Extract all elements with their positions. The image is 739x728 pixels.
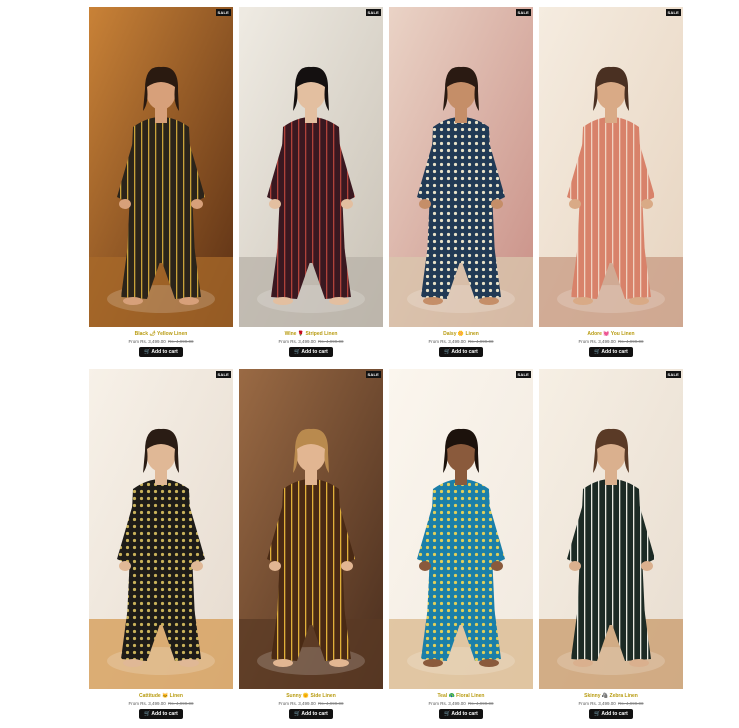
add-to-cart-label: Add to cart (451, 711, 478, 717)
sale-price: Rs. 3,499.00 (440, 339, 466, 344)
product-card[interactable]: SALE Teal 🦚 Floral Linen From Rs. 3,499.… (389, 369, 533, 726)
sale-price: Rs. 3,499.00 (290, 339, 316, 344)
product-card[interactable]: SALE Adore 💓 You Linen From Rs. 3,499.00… (539, 7, 683, 364)
compare-price: Rs. 4,999.00 (318, 701, 344, 706)
product-image[interactable] (239, 7, 383, 327)
product-price: From Rs. 3,499.00 Rs. 4,999.00 (239, 338, 383, 346)
product-title[interactable]: Sunny 🌞 Side Linen (239, 693, 383, 700)
price-prefix: From (578, 701, 589, 706)
model-photo (89, 7, 233, 327)
sale-badge: SALE (515, 371, 531, 378)
sale-price: Rs. 3,499.00 (590, 701, 616, 706)
add-to-cart-label: Add to cart (451, 349, 478, 355)
sale-price: Rs. 3,499.00 (440, 701, 466, 706)
model-photo (239, 369, 383, 689)
model-photo (389, 7, 533, 327)
product-card[interactable]: SALE Black 🌶 Yellow Linen From Rs. 3,499… (89, 7, 233, 364)
product-image[interactable] (539, 369, 683, 689)
add-to-cart-button[interactable]: 🛒Add to cart (439, 347, 483, 357)
sale-badge: SALE (515, 9, 531, 16)
cart-icon: 🛒 (444, 349, 451, 355)
add-to-cart-button[interactable]: 🛒Add to cart (589, 347, 633, 357)
product-title[interactable]: Teal 🦚 Floral Linen (389, 693, 533, 700)
model-photo (89, 369, 233, 689)
price-prefix: From (278, 701, 289, 706)
product-card[interactable]: SALE Daisy 🌼 Linen From Rs. 3,499.00 Rs.… (389, 7, 533, 364)
cart-icon: 🛒 (144, 711, 151, 717)
compare-price: Rs. 4,999.00 (168, 701, 194, 706)
sale-badge: SALE (665, 9, 681, 16)
add-to-cart-label: Add to cart (301, 349, 328, 355)
add-to-cart-label: Add to cart (601, 349, 628, 355)
compare-price: Rs. 4,999.00 (618, 701, 644, 706)
price-prefix: From (128, 339, 139, 344)
price-prefix: From (278, 339, 289, 344)
product-title[interactable]: Cattitude 🐱 Linen (89, 693, 233, 700)
cart-icon: 🛒 (594, 711, 601, 717)
compare-price: Rs. 4,999.00 (168, 339, 194, 344)
sale-price: Rs. 3,499.00 (290, 701, 316, 706)
product-card[interactable]: SALE Skinny 🦓 Zebra Linen From Rs. 3,499… (539, 369, 683, 726)
product-title[interactable]: Wine 🌹 Striped Linen (239, 331, 383, 338)
price-prefix: From (428, 339, 439, 344)
compare-price: Rs. 4,999.00 (468, 339, 494, 344)
sale-badge: SALE (365, 371, 381, 378)
product-price: From Rs. 3,499.00 Rs. 4,999.00 (239, 700, 383, 708)
add-to-cart-label: Add to cart (301, 711, 328, 717)
compare-price: Rs. 4,999.00 (468, 701, 494, 706)
price-prefix: From (578, 339, 589, 344)
product-image[interactable] (239, 369, 383, 689)
model-photo (389, 369, 533, 689)
sale-badge: SALE (365, 9, 381, 16)
sale-price: Rs. 3,499.00 (140, 701, 166, 706)
compare-price: Rs. 4,999.00 (318, 339, 344, 344)
add-to-cart-button[interactable]: 🛒Add to cart (589, 709, 633, 719)
product-image[interactable] (389, 369, 533, 689)
sale-badge: SALE (215, 371, 231, 378)
product-price: From Rs. 3,499.00 Rs. 4,999.00 (389, 338, 533, 346)
cart-icon: 🛒 (294, 711, 301, 717)
sale-badge: SALE (665, 371, 681, 378)
compare-price: Rs. 4,999.00 (618, 339, 644, 344)
cart-icon: 🛒 (594, 349, 601, 355)
product-title[interactable]: Skinny 🦓 Zebra Linen (539, 693, 683, 700)
sale-badge: SALE (215, 9, 231, 16)
product-card[interactable]: SALE Cattitude 🐱 Linen From Rs. 3,499.00… (89, 369, 233, 726)
add-to-cart-button[interactable]: 🛒Add to cart (139, 347, 183, 357)
product-card[interactable]: SALE Wine 🌹 Striped Linen From Rs. 3,499… (239, 7, 383, 364)
price-prefix: From (428, 701, 439, 706)
product-image[interactable] (89, 7, 233, 327)
add-to-cart-button[interactable]: 🛒Add to cart (139, 709, 183, 719)
add-to-cart-button[interactable]: 🛒Add to cart (289, 347, 333, 357)
sale-price: Rs. 3,499.00 (140, 339, 166, 344)
add-to-cart-button[interactable]: 🛒Add to cart (289, 709, 333, 719)
product-title[interactable]: Daisy 🌼 Linen (389, 331, 533, 338)
price-prefix: From (128, 701, 139, 706)
product-image[interactable] (389, 7, 533, 327)
product-title[interactable]: Black 🌶 Yellow Linen (89, 331, 233, 338)
cart-icon: 🛒 (144, 349, 151, 355)
product-price: From Rs. 3,499.00 Rs. 4,999.00 (89, 338, 233, 346)
product-grid: SALE Black 🌶 Yellow Linen From Rs. 3,499… (89, 7, 683, 726)
product-price: From Rs. 3,499.00 Rs. 4,999.00 (89, 700, 233, 708)
cart-icon: 🛒 (294, 349, 301, 355)
model-photo (539, 369, 683, 689)
model-photo (239, 7, 383, 327)
product-price: From Rs. 3,499.00 Rs. 4,999.00 (539, 338, 683, 346)
product-card[interactable]: SALE Sunny 🌞 Side Linen From Rs. 3,499.0… (239, 369, 383, 726)
model-photo (539, 7, 683, 327)
add-to-cart-label: Add to cart (151, 349, 178, 355)
add-to-cart-label: Add to cart (151, 711, 178, 717)
add-to-cart-button[interactable]: 🛒Add to cart (439, 709, 483, 719)
product-price: From Rs. 3,499.00 Rs. 4,999.00 (389, 700, 533, 708)
product-title[interactable]: Adore 💓 You Linen (539, 331, 683, 338)
product-image[interactable] (89, 369, 233, 689)
product-price: From Rs. 3,499.00 Rs. 4,999.00 (539, 700, 683, 708)
sale-price: Rs. 3,499.00 (590, 339, 616, 344)
product-image[interactable] (539, 7, 683, 327)
add-to-cart-label: Add to cart (601, 711, 628, 717)
cart-icon: 🛒 (444, 711, 451, 717)
